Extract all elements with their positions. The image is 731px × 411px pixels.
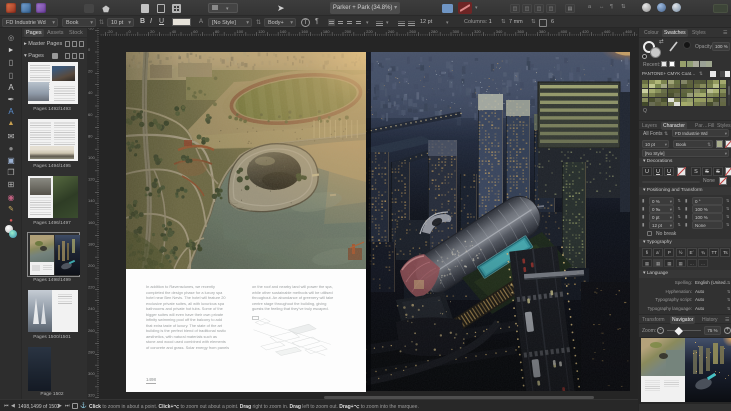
svg-text:340: 340 <box>496 29 503 34</box>
svg-text:280: 280 <box>431 29 438 34</box>
svg-text:260: 260 <box>88 328 95 333</box>
svg-text:140: 140 <box>88 198 95 203</box>
svg-text:100: 100 <box>88 155 95 160</box>
svg-text:160: 160 <box>301 29 308 34</box>
svg-text:380: 380 <box>539 29 546 34</box>
svg-text:180: 180 <box>88 241 95 246</box>
svg-text:0: 0 <box>88 47 91 52</box>
svg-text:60: 60 <box>88 112 93 117</box>
svg-text:440: 440 <box>604 29 611 34</box>
svg-text:280: 280 <box>88 349 95 354</box>
svg-text:80: 80 <box>215 29 220 34</box>
svg-text:20: 20 <box>150 29 155 34</box>
svg-text:420: 420 <box>582 29 589 34</box>
svg-text:220: 220 <box>88 285 95 290</box>
svg-text:320: 320 <box>474 29 481 34</box>
svg-text:0: 0 <box>129 29 132 34</box>
svg-text:80: 80 <box>88 133 93 138</box>
svg-text:220: 220 <box>366 29 373 34</box>
svg-text:180: 180 <box>323 29 330 34</box>
svg-text:40: 40 <box>172 29 177 34</box>
svg-text:-20: -20 <box>107 29 114 34</box>
svg-text:-20: -20 <box>88 28 95 30</box>
svg-text:240: 240 <box>388 29 395 34</box>
svg-text:360: 360 <box>517 29 524 34</box>
svg-text:160: 160 <box>88 220 95 225</box>
svg-text:60: 60 <box>193 29 198 34</box>
svg-text:40: 40 <box>88 90 93 95</box>
svg-text:320: 320 <box>88 393 95 398</box>
svg-text:400: 400 <box>561 29 568 34</box>
svg-text:260: 260 <box>409 29 416 34</box>
svg-text:140: 140 <box>280 29 287 34</box>
svg-text:200: 200 <box>345 29 352 34</box>
svg-text:120: 120 <box>88 177 95 182</box>
svg-text:300: 300 <box>88 371 95 376</box>
svg-text:240: 240 <box>88 306 95 311</box>
svg-text:120: 120 <box>258 29 265 34</box>
svg-text:100: 100 <box>237 29 244 34</box>
svg-text:300: 300 <box>453 29 460 34</box>
svg-text:200: 200 <box>88 263 95 268</box>
svg-text:20: 20 <box>88 69 93 74</box>
svg-text:460: 460 <box>625 29 632 34</box>
